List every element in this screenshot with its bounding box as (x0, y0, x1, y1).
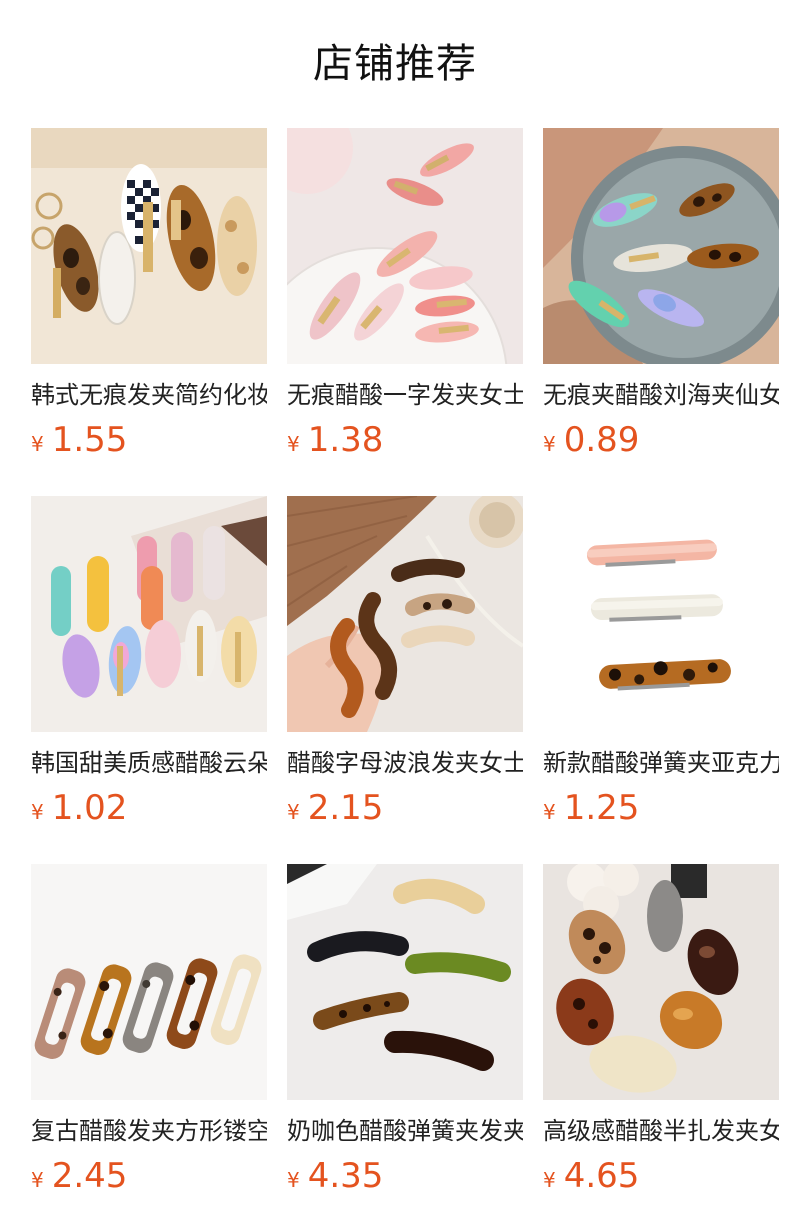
currency-symbol: ¥ (543, 800, 556, 824)
price-amount: 4.35 (307, 1156, 384, 1196)
product-image[interactable] (287, 864, 523, 1100)
product-price: ¥4.65 (543, 1154, 779, 1198)
product-price: ¥4.35 (287, 1154, 523, 1198)
product-grid: 韩式无痕发夹简约化妆 ¥1.55 无痕醋酸一字发夹女士 ¥ 1.38 无痕夹醋酸… (31, 128, 779, 1200)
currency-symbol: ¥ (287, 1168, 300, 1192)
wavy-cloud-clips-photo (31, 496, 267, 732)
currency-symbol: ¥ (287, 432, 300, 456)
product-image[interactable] (543, 128, 779, 364)
product-name[interactable]: 高级感醋酸半扎发夹女 (543, 1114, 779, 1148)
product-image[interactable] (287, 496, 523, 732)
price-amount: 1.02 (51, 788, 128, 828)
product-card[interactable]: 高级感醋酸半扎发夹女 ¥4.65 (543, 864, 779, 1200)
product-price: ¥1.02 (31, 786, 267, 830)
price-amount: 1.25 (563, 788, 640, 828)
currency-symbol: ¥ (543, 1168, 556, 1192)
product-card[interactable]: 新款醋酸弹簧夹亚克力 ¥1.25 (543, 496, 779, 832)
colorful-clips-on-mirror-photo (543, 128, 779, 364)
currency-symbol: ¥ (543, 432, 556, 456)
currency-symbol: ¥ (31, 800, 44, 824)
product-price: ¥2.15 (287, 786, 523, 830)
shop-recommendation-page: 店铺推荐 韩式无痕发夹简约化妆 ¥ 1.55 无痕醋酸一字发夹女士 ¥ 1.38… (0, 0, 790, 1232)
product-card[interactable]: 无痕夹醋酸刘海夹仙女 ¥0.89 (543, 128, 779, 464)
product-card[interactable]: 奶咖色醋酸弹簧夹发夹 ¥4.35 (287, 864, 523, 1200)
product-card[interactable]: 韩式无痕发夹简约化妆 ¥1.55 (31, 128, 267, 464)
page-title: 店铺推荐 (313, 41, 477, 87)
product-card[interactable]: 醋酸字母波浪发夹女士 ¥2.15 (287, 496, 523, 832)
product-image[interactable] (31, 496, 267, 732)
product-card[interactable]: 韩国甜美质感醋酸云朵 ¥1.02 (31, 496, 267, 832)
curved-spring-clips-photo (287, 864, 523, 1100)
spring-barrettes-photo (543, 496, 779, 732)
price-amount: 2.45 (51, 1156, 128, 1196)
product-name[interactable]: 无痕夹醋酸刘海夹仙女 (543, 378, 779, 412)
product-image[interactable] (31, 864, 267, 1100)
price-amount: 2.15 (307, 788, 384, 828)
rectangle-hollow-clips-photo (31, 864, 267, 1100)
product-name[interactable]: 醋酸字母波浪发夹女士 (287, 746, 523, 780)
oval-half-up-clips-photo (543, 864, 779, 1100)
price-amount: 0.89 (563, 420, 640, 460)
product-name[interactable]: 新款醋酸弹簧夹亚克力 (543, 746, 779, 780)
product-price: ¥1.25 (543, 786, 779, 830)
product-name[interactable]: 无痕醋酸一字发夹女士 (287, 378, 523, 412)
product-price: ¥1.38 (287, 418, 523, 462)
product-price: ¥0.89 (543, 418, 779, 462)
price-amount: 1.38 (307, 420, 384, 460)
currency-symbol: ¥ (287, 800, 300, 824)
price-amount: 4.65 (563, 1156, 640, 1196)
product-name[interactable]: 韩国甜美质感醋酸云朵 (31, 746, 267, 780)
price-amount: 1.55 (51, 420, 128, 460)
product-price: ¥1.55 (31, 418, 267, 462)
product-price: ¥2.45 (31, 1154, 267, 1198)
product-image[interactable] (543, 864, 779, 1100)
product-card[interactable]: 无痕醋酸一字发夹女士 ¥1.38 (287, 128, 523, 464)
product-card[interactable]: 复古醋酸发夹方形镂空 ¥2.45 (31, 864, 267, 1200)
product-image[interactable] (31, 128, 267, 364)
product-image[interactable] (287, 128, 523, 364)
product-name[interactable]: 复古醋酸发夹方形镂空 (31, 1114, 267, 1148)
product-name[interactable]: 韩式无痕发夹简约化妆 (31, 378, 267, 412)
currency-symbol: ¥ (31, 432, 44, 456)
wavy-bar-clips-in-hand-photo (287, 496, 523, 732)
product-image[interactable] (543, 496, 779, 732)
product-name[interactable]: 奶咖色醋酸弹簧夹发夹 (287, 1114, 523, 1148)
pink-acetate-clips-photo (287, 128, 523, 364)
currency-symbol: ¥ (31, 1168, 44, 1192)
tortoiseshell-snap-clips-photo (31, 128, 267, 364)
